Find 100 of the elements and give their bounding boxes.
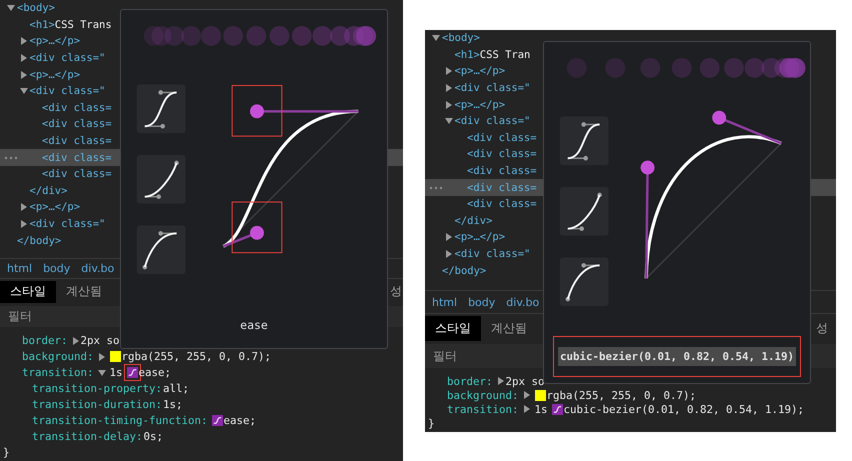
tab[interactable]: 계산됨 [56, 281, 112, 303]
tree-node-text: <body> [17, 2, 55, 14]
expand-arrow-icon[interactable] [20, 203, 28, 212]
tab[interactable]: 성 [390, 281, 403, 303]
tree-row[interactable]: <div class=" [0, 216, 403, 232]
highlight-frame [232, 202, 282, 254]
tab[interactable]: 계산됨 [481, 316, 537, 341]
control-handle[interactable] [712, 110, 782, 144]
tree-row[interactable]: <p>…</p> [425, 96, 836, 113]
property-name: transition: [22, 366, 94, 380]
property-value: 0s; [144, 430, 164, 444]
tab[interactable]: 스타일 [0, 281, 56, 303]
tree-node-text: <div class=" [30, 218, 106, 230]
property-value: 1s; [163, 398, 183, 412]
tab[interactable]: 스타일 [425, 316, 481, 341]
tree-node-text: <div class=" [30, 52, 106, 64]
property-value: all; [163, 382, 190, 396]
tree-row[interactable]: <div class=" [425, 246, 836, 262]
property-value: rgba(255, 255, 0, 0.7); [122, 350, 272, 364]
tree-node-text: <p>…</p> [30, 68, 80, 81]
property-name: transition-delay: [32, 430, 143, 444]
breadcrumb-link[interactable]: body [468, 296, 496, 308]
expand-arrow-icon[interactable] [444, 117, 452, 126]
tree-node-text: <div class= [467, 165, 537, 178]
breadcrumb-link[interactable]: div.bo [81, 262, 114, 276]
tree-node-text: <p>…</p> [454, 65, 506, 78]
easing-value-text: cubic-bezier(0.01, 0.82, 0.54, 1.19) [558, 347, 796, 366]
tab[interactable]: 성 [816, 316, 836, 341]
preset-curve-button[interactable] [136, 84, 186, 134]
expand-arrow-icon[interactable] [20, 37, 28, 46]
tree-row[interactable]: <body> [425, 30, 836, 47]
expand-arrow-icon[interactable] [522, 391, 531, 399]
expand-arrow-icon[interactable] [20, 54, 28, 62]
easing-swatch[interactable] [124, 364, 141, 382]
tree-row[interactable]: <p>…</p> [0, 66, 403, 83]
tree-row[interactable]: <body> [0, 0, 403, 17]
color-swatch[interactable] [110, 351, 121, 362]
tree-row[interactable]: <div class=" [0, 82, 403, 100]
control-handle[interactable] [640, 160, 655, 278]
property-value: rgba(255, 255, 0, 0.7); [546, 388, 696, 402]
expand-arrow-icon[interactable] [444, 233, 452, 242]
property-name: transition-property: [32, 382, 162, 396]
property-name: border: [22, 334, 68, 348]
tree-row[interactable]: <div class=" [0, 50, 403, 66]
expand-arrow-icon[interactable] [444, 100, 452, 109]
property-name: transition-duration: [32, 398, 162, 412]
expand-arrow-icon[interactable] [20, 70, 28, 79]
tree-row[interactable]: <div class=" [425, 112, 836, 130]
tree-node-text: <div class= [467, 198, 537, 210]
tree-row[interactable]: <div class=" [425, 80, 836, 96]
preset-curve-button[interactable] [560, 187, 608, 236]
property-value: ease; [224, 414, 256, 428]
tree-row[interactable]: <p>…</p> [425, 63, 836, 80]
property-name: transition-timing-function: [32, 414, 208, 428]
expand-arrow-icon[interactable] [444, 250, 452, 258]
tree-node-text: <p>…</p> [454, 231, 506, 244]
expand-arrow-icon[interactable] [522, 405, 531, 413]
expand-arrow-icon[interactable] [20, 87, 28, 96]
tree-row[interactable]: <p>…</p> [425, 229, 836, 246]
breadcrumb-link[interactable]: body [43, 262, 70, 276]
expand-arrow-icon[interactable] [432, 34, 440, 42]
tree-node-text: <h1>CSS Tran [454, 48, 530, 61]
property-name: background: [22, 350, 94, 364]
tree-node-text: </div> [454, 214, 492, 227]
expand-arrow-icon[interactable] [98, 368, 106, 377]
preset-curve-button[interactable] [136, 155, 186, 204]
property-value: cubic-bezier(0.01, 0.82, 0.54, 1.19); [564, 402, 804, 416]
preset-curve-button[interactable] [136, 225, 186, 274]
tree-node-text: <div class=" [454, 82, 530, 94]
tree-row[interactable]: <p>…</p> [0, 199, 403, 216]
color-swatch[interactable] [534, 390, 546, 400]
tree-node-text: <div class=" [30, 85, 106, 98]
expand-arrow-icon[interactable] [20, 220, 28, 228]
property-value: 1s [534, 402, 548, 416]
tree-node-text: <div class=" [454, 115, 530, 128]
preset-curve-button[interactable] [560, 116, 608, 166]
tree-node-text: </div> [30, 184, 68, 197]
breadcrumb-link[interactable]: html [432, 296, 458, 308]
preset-curve-button[interactable] [560, 257, 608, 306]
property-value: 2px so [80, 334, 120, 348]
expand-arrow-icon[interactable] [7, 4, 15, 12]
tree-row[interactable]: <p>…</p> [0, 33, 403, 50]
tree-node-text: <div class= [42, 118, 112, 130]
easing-value-text: ease [239, 316, 269, 334]
tree-node-text: <div class= [467, 132, 537, 144]
tree-node-text: </body> [17, 234, 62, 247]
control-handle[interactable] [250, 104, 358, 118]
expand-arrow-icon[interactable] [98, 352, 106, 361]
tree-node-text: <h1>CSS Trans [30, 18, 112, 31]
expand-arrow-icon[interactable] [444, 67, 452, 76]
expand-arrow-icon[interactable] [72, 336, 80, 345]
tree-node-text: <p>…</p> [30, 35, 80, 48]
control-handle[interactable] [222, 226, 264, 248]
property-name: border: [447, 374, 493, 388]
expand-arrow-icon[interactable] [444, 84, 452, 92]
expand-arrow-icon[interactable] [496, 377, 505, 385]
tree-node-text: <div class= [42, 152, 112, 164]
breadcrumb-link[interactable]: html [7, 262, 32, 276]
breadcrumb-link[interactable]: div.bo [506, 296, 540, 308]
tree-node-text: <p>…</p> [454, 98, 506, 111]
